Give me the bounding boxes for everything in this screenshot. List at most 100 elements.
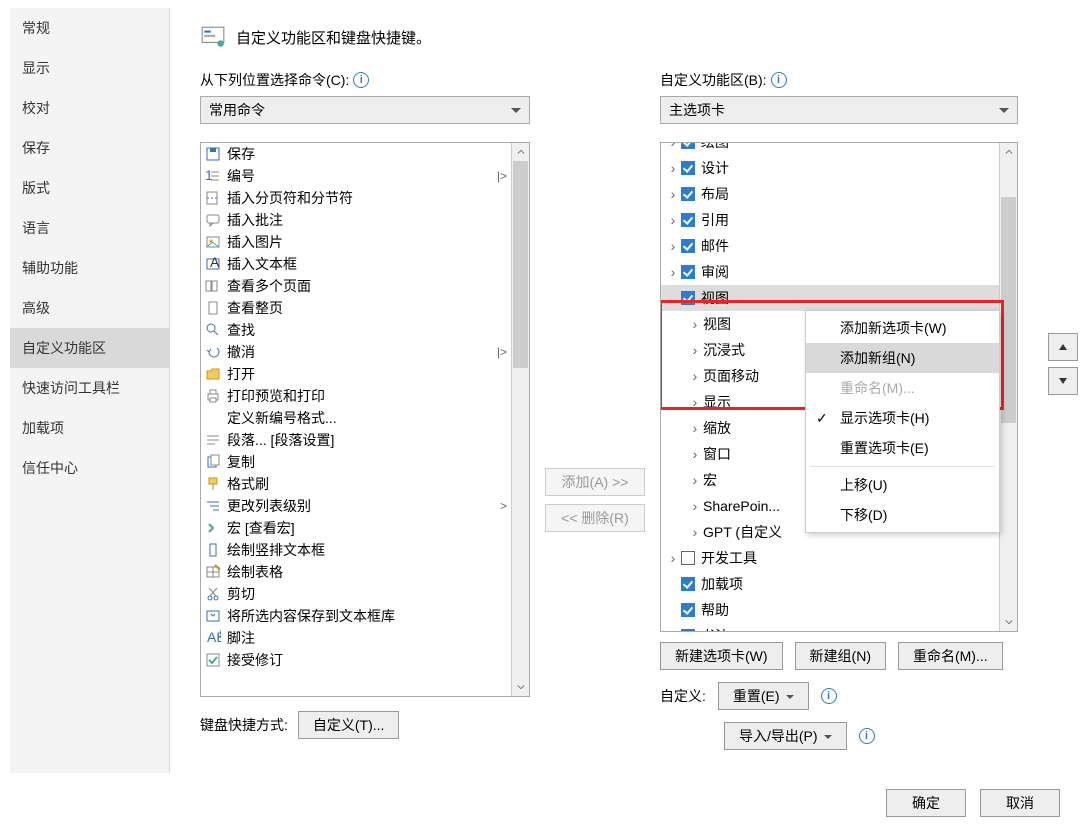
ribbon-tree[interactable]: ›绘图›设计›布局›引用›邮件›审阅⌄视图›视图›沉浸式›页面移动›显示›缩放›… xyxy=(660,142,1018,632)
info-icon[interactable]: i xyxy=(821,688,837,704)
sidebar-item-proofing[interactable]: 校对 xyxy=(10,88,169,128)
info-icon[interactable]: i xyxy=(353,72,369,88)
command-item[interactable]: 插入分页符和分节符 xyxy=(201,187,511,209)
scroll-down-button[interactable] xyxy=(512,678,529,696)
tree-row[interactable]: ›绘图 xyxy=(661,142,999,155)
tree-row[interactable]: ›开发工具 xyxy=(661,545,999,571)
command-item[interactable]: 保存 xyxy=(201,143,511,165)
command-item[interactable]: A插入文本框 xyxy=(201,253,511,275)
command-item[interactable]: 复制 xyxy=(201,451,511,473)
caret-icon[interactable]: › xyxy=(667,264,679,280)
new-tab-button[interactable]: 新建选项卡(W) xyxy=(660,642,783,670)
sidebar-item-addins[interactable]: 加载项 xyxy=(10,408,169,448)
command-item[interactable]: 更改列表级别> xyxy=(201,495,511,517)
sidebar-item-qat[interactable]: 快速访问工具栏 xyxy=(10,368,169,408)
context-menu-item[interactable]: 上移(U) xyxy=(806,470,999,500)
checkbox[interactable] xyxy=(681,187,695,201)
command-item[interactable]: 段落... [段落设置] xyxy=(201,429,511,451)
import-export-button[interactable]: 导入/导出(P) xyxy=(724,722,847,750)
caret-icon[interactable]: › xyxy=(689,446,701,462)
command-item[interactable]: 查找 xyxy=(201,319,511,341)
scroll-thumb[interactable] xyxy=(1001,197,1016,423)
move-down-button[interactable] xyxy=(1048,367,1078,395)
tree-row[interactable]: ›引用 xyxy=(661,207,999,233)
command-item[interactable]: 定义新编号格式... xyxy=(201,407,511,429)
customize-keyboard-button[interactable]: 自定义(T)... xyxy=(298,711,400,739)
caret-icon[interactable]: › xyxy=(667,160,679,176)
info-icon[interactable]: i xyxy=(859,728,875,744)
command-item[interactable]: 接受修订 xyxy=(201,649,511,671)
command-item[interactable]: 插入图片 xyxy=(201,231,511,253)
caret-icon[interactable]: ⌄ xyxy=(667,290,679,307)
scrollbar[interactable] xyxy=(511,143,529,696)
checkbox[interactable] xyxy=(681,213,695,227)
sidebar-item-save[interactable]: 保存 xyxy=(10,128,169,168)
command-item[interactable]: 插入批注 xyxy=(201,209,511,231)
sidebar-item-display[interactable]: 显示 xyxy=(10,48,169,88)
command-item[interactable]: 绘制竖排文本框 xyxy=(201,539,511,561)
command-item[interactable]: 查看多个页面 xyxy=(201,275,511,297)
commands-listbox[interactable]: 保存1编号|>插入分页符和分节符插入批注插入图片A插入文本框查看多个页面查看整页… xyxy=(200,142,530,697)
context-menu-item[interactable]: 添加新组(N) xyxy=(806,343,999,373)
tree-row[interactable]: ›布局 xyxy=(661,181,999,207)
tree-row[interactable]: 帮助 xyxy=(661,597,999,623)
tree-row[interactable]: ›设计 xyxy=(661,155,999,181)
caret-icon[interactable]: › xyxy=(689,394,701,410)
command-item[interactable]: 绘制表格 xyxy=(201,561,511,583)
caret-icon[interactable]: › xyxy=(689,342,701,358)
command-item[interactable]: 剪切 xyxy=(201,583,511,605)
command-item[interactable]: 查看整页 xyxy=(201,297,511,319)
sidebar-item-layout[interactable]: 版式 xyxy=(10,168,169,208)
sidebar-item-advanced[interactable]: 高级 xyxy=(10,288,169,328)
move-up-button[interactable] xyxy=(1048,333,1078,361)
context-menu-item[interactable]: 添加新选项卡(W) xyxy=(806,313,999,343)
command-item[interactable]: 1编号|> xyxy=(201,165,511,187)
context-menu-item[interactable]: 下移(D) xyxy=(806,500,999,530)
scroll-thumb[interactable] xyxy=(513,161,528,368)
checkbox[interactable] xyxy=(681,603,695,617)
ok-button[interactable]: 确定 xyxy=(886,789,966,817)
checkbox[interactable] xyxy=(681,161,695,175)
sidebar-item-trust[interactable]: 信任中心 xyxy=(10,448,169,488)
checkbox[interactable] xyxy=(681,239,695,253)
scroll-up-button[interactable] xyxy=(1000,143,1017,161)
caret-icon[interactable]: › xyxy=(667,142,679,150)
caret-icon[interactable]: › xyxy=(689,524,701,540)
checkbox[interactable] xyxy=(681,577,695,591)
command-item[interactable]: 将所选内容保存到文本框库 xyxy=(201,605,511,627)
caret-icon[interactable]: › xyxy=(667,186,679,202)
reset-button[interactable]: 重置(E) xyxy=(718,682,809,710)
checkbox[interactable] xyxy=(681,265,695,279)
context-menu-item[interactable]: 重置选项卡(E) xyxy=(806,433,999,463)
scroll-up-button[interactable] xyxy=(512,143,529,161)
checkbox[interactable] xyxy=(681,629,695,632)
scroll-down-button[interactable] xyxy=(1000,613,1017,631)
tree-row[interactable]: 加载项 xyxy=(661,571,999,597)
caret-icon[interactable]: › xyxy=(667,550,679,566)
remove-button[interactable]: << 删除(R) xyxy=(545,504,645,532)
sidebar-item-language[interactable]: 语言 xyxy=(10,208,169,248)
tree-row[interactable]: ›邮件 xyxy=(661,233,999,259)
tree-row[interactable]: 书法 xyxy=(661,623,999,632)
tree-row[interactable]: ⌄视图 xyxy=(661,285,999,311)
checkbox[interactable] xyxy=(681,142,695,149)
caret-icon[interactable]: › xyxy=(689,472,701,488)
command-item[interactable]: 格式刷 xyxy=(201,473,511,495)
command-item[interactable]: 打印预览和打印 xyxy=(201,385,511,407)
sidebar-item-customize-ribbon[interactable]: 自定义功能区 xyxy=(10,328,169,368)
scrollbar[interactable] xyxy=(999,143,1017,631)
context-menu-item[interactable]: ✓显示选项卡(H) xyxy=(806,403,999,433)
command-item[interactable]: AB1脚注 xyxy=(201,627,511,649)
caret-icon[interactable]: › xyxy=(667,238,679,254)
sidebar-item-accessibility[interactable]: 辅助功能 xyxy=(10,248,169,288)
add-button[interactable]: 添加(A) >> xyxy=(545,468,645,496)
checkbox[interactable] xyxy=(681,291,695,305)
caret-icon[interactable]: › xyxy=(689,420,701,436)
checkbox[interactable] xyxy=(681,551,695,565)
cancel-button[interactable]: 取消 xyxy=(980,789,1060,817)
new-group-button[interactable]: 新建组(N) xyxy=(795,642,886,670)
tree-row[interactable]: ›审阅 xyxy=(661,259,999,285)
command-item[interactable]: 宏 [查看宏] xyxy=(201,517,511,539)
caret-icon[interactable]: › xyxy=(689,498,701,514)
command-item[interactable]: 打开 xyxy=(201,363,511,385)
